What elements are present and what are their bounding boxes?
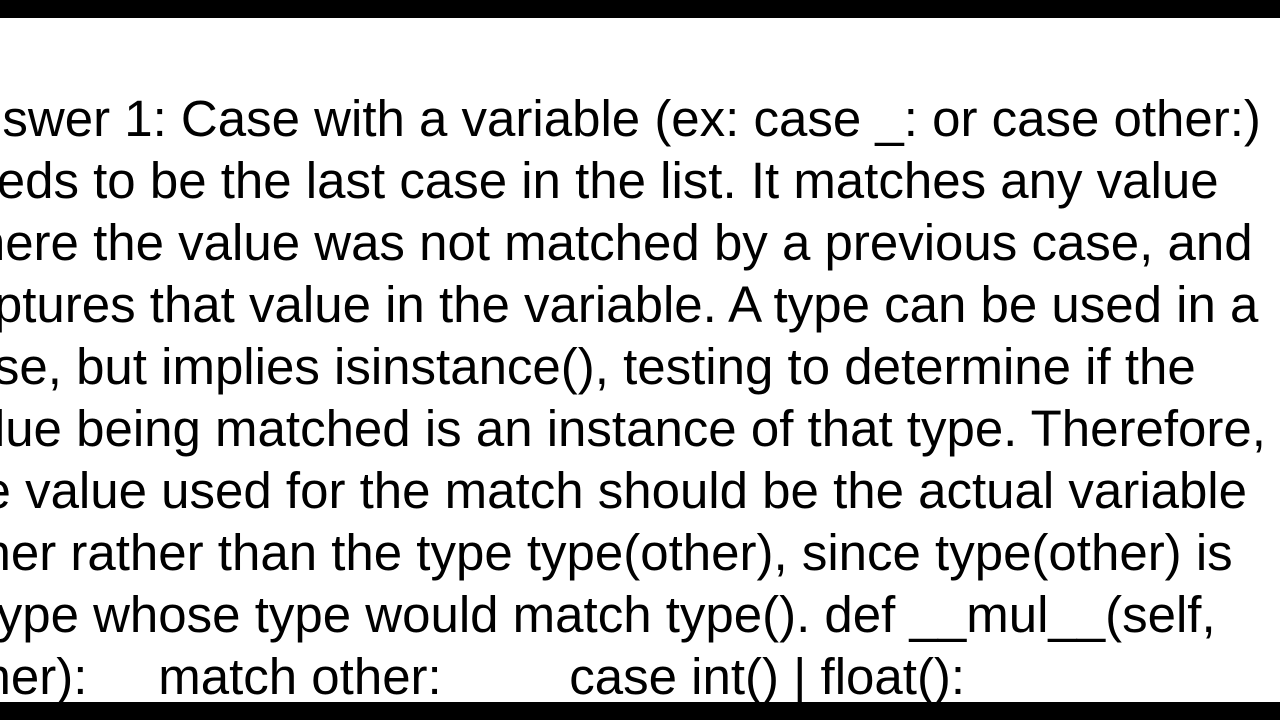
text-line-6: value being matched is an instance of th… xyxy=(0,400,1266,457)
text-line-9: a type whose type would match type(). de… xyxy=(0,586,1216,643)
document-frame: Answer 1: Case with a variable (ex: case… xyxy=(0,18,1280,702)
answer-text-block: Answer 1: Case with a variable (ex: case… xyxy=(0,26,1280,702)
text-line-7: the value used for the match should be t… xyxy=(0,462,1247,519)
text-line-8: other rather than the type type(other), … xyxy=(0,524,1233,581)
text-line-10: other): match other: case int() | float(… xyxy=(0,648,965,702)
text-line-5: case, but implies isinstance(), testing … xyxy=(0,338,1196,395)
text-line-1: Answer 1: Case with a variable (ex: case… xyxy=(0,90,1261,147)
text-line-4: captures that value in the variable. A t… xyxy=(0,276,1258,333)
text-line-2: needs to be the last case in the list. I… xyxy=(0,152,1219,209)
text-line-3: where the value was not matched by a pre… xyxy=(0,214,1253,271)
